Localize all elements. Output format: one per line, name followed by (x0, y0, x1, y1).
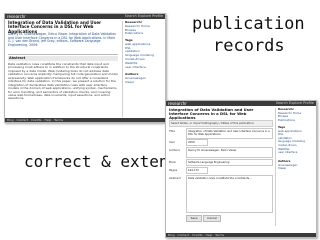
year-field-value: 2009 (188, 141, 195, 144)
site-header: researchr Search Explore Profile (166, 101, 316, 106)
sidebar-section-researchr: Researchr Researchr Home Browse Publicat… (278, 107, 315, 123)
sidebar-section-authors: Authors Groenewegen Visser (278, 159, 315, 171)
sidebar-section-tags: Tags web applications DSL validation lan… (125, 38, 164, 70)
site-footer: Blog · Contact · Credits · Help · Terms (5, 118, 165, 122)
field-label-book: Book (169, 160, 176, 164)
bibtex-toolbar: Select bibtex, or import bibliography / … (169, 120, 273, 127)
site-nav[interactable]: Search Explore Profile (276, 101, 314, 106)
caption-correct-extend: correct & extend (24, 152, 179, 171)
abstract-field[interactable]: Data validation rules constitute the con… (186, 175, 273, 213)
book-field-value: Software Language Engineering (188, 161, 230, 164)
bibtex-toolbar-text[interactable]: Select bibtex, or import bibliography / … (171, 121, 254, 126)
caption-publication: publication (192, 14, 305, 34)
divider (8, 54, 118, 55)
abstract-heading: Abstract (8, 56, 118, 61)
author-link[interactable]: Visser (125, 80, 164, 85)
authors-field-value: Danny M. Groenewegen, Eelco Visser (188, 148, 237, 152)
tag-link[interactable]: user interface (125, 65, 164, 70)
author-link[interactable]: Visser (278, 167, 315, 171)
book-field[interactable]: Software Language Engineering (186, 159, 273, 166)
abstract-text: Data validation rules constitute the con… (8, 63, 118, 101)
cancel-button[interactable]: Cancel (203, 215, 221, 222)
authors-field[interactable]: Danny M. Groenewegen, Eelco Visser (186, 147, 273, 158)
pages-field-value: 164-173 (188, 169, 199, 172)
abstract-field-value: Data validation rules constitute the con… (188, 176, 252, 180)
caption-records: records (213, 36, 285, 56)
footer-links[interactable]: Blog · Contact · Credits · Help · Terms (168, 233, 224, 237)
field-label-year: Year (169, 140, 175, 144)
field-label-pages: Pages (169, 168, 178, 172)
publication-citation[interactable]: Danny M. Groenewegen, Eelco Visser. Inte… (8, 32, 118, 48)
footer-links[interactable]: Blog · Contact · Credits · Help · Terms (7, 118, 63, 122)
site-footer: Blog · Contact · Credits · Help · Terms (166, 233, 316, 237)
pages-field[interactable]: 164-173 (186, 167, 208, 174)
edit-title: Integration of Data Validation and User … (169, 107, 254, 120)
title-field[interactable]: Integration of Data Validation and User … (186, 128, 273, 139)
title-field-value: Integration of Data Validation and User … (188, 129, 270, 136)
site-header: researchr Search Explore Profile (5, 14, 165, 19)
year-field[interactable]: 2009 (186, 139, 208, 146)
field-label-title: Title (169, 129, 175, 133)
field-label-abstract: Abstract (169, 176, 181, 180)
tag-link[interactable]: user interface (278, 151, 315, 155)
field-label-authors: Authors (169, 148, 180, 152)
save-button[interactable]: Save (186, 215, 202, 222)
sidebar-link[interactable]: Publications (278, 118, 315, 123)
site-brand[interactable]: researchr (168, 101, 187, 106)
sidebar-section-researchr: Researchr Researchr Home Browse Publicat… (125, 20, 164, 36)
sidebar: Researchr Researchr Home Browse Publicat… (275, 107, 316, 226)
sidebar-section-authors: Authors Groenewegen Visser (125, 72, 164, 85)
sidebar-section-tags: Tags web applications DSL validation lan… (278, 125, 315, 155)
edit-publication-window: researchr Search Explore Profile Integra… (165, 100, 317, 238)
publication-record-window: researchr Search Explore Profile Integra… (4, 13, 166, 123)
sidebar: Researchr Researchr Home Browse Publicat… (122, 20, 165, 117)
sidebar-link[interactable]: Publications (125, 32, 164, 36)
site-nav[interactable]: Search Explore Profile (125, 14, 163, 19)
site-brand[interactable]: researchr (7, 14, 26, 19)
